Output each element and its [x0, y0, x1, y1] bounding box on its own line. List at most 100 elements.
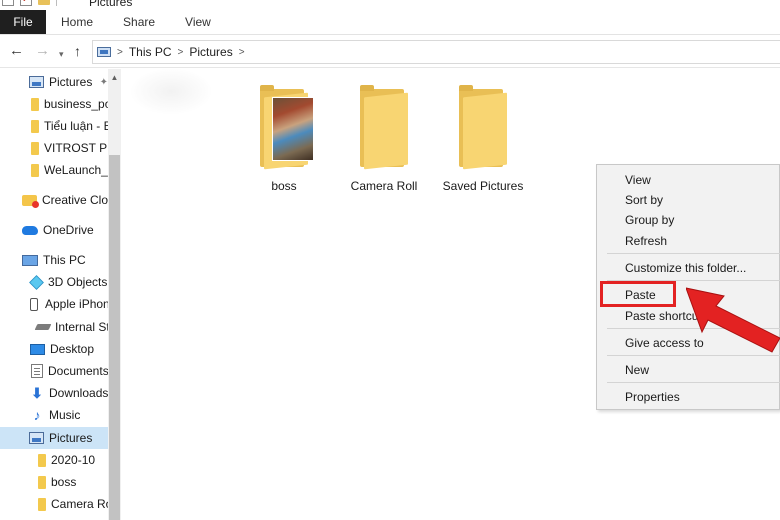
sidebar-item-label: Downloads — [49, 386, 108, 400]
sidebar-item-music[interactable]: ♪ Music — [0, 404, 108, 426]
breadcrumb-pictures[interactable]: Pictures — [189, 45, 232, 59]
folder-item-boss[interactable]: boss — [239, 85, 329, 193]
sidebar-item-boss[interactable]: boss — [0, 471, 108, 493]
sidebar-item-label: 3D Objects — [48, 275, 108, 289]
red-pointer-arrow-icon — [686, 287, 780, 353]
sidebar-item-label: Pictures — [49, 75, 92, 89]
sidebar-item-pictures-quick[interactable]: Pictures ✦ — [0, 71, 108, 93]
scroll-thumb[interactable] — [109, 155, 120, 520]
pictures-icon — [29, 432, 44, 444]
navigation-bar: ← → ▾ ↑ > This PC > Pictures > — [0, 36, 780, 68]
back-arrow-icon[interactable]: ← — [9, 42, 24, 60]
sidebar-item-vitrost[interactable]: VITROST PPT — [0, 137, 108, 159]
up-arrow-icon[interactable]: ↑ — [74, 42, 81, 60]
drive-icon — [34, 324, 52, 330]
documents-icon — [31, 364, 43, 378]
sidebar-item-label: Documents — [48, 364, 108, 378]
chevron-right-icon[interactable]: > — [239, 47, 245, 58]
desktop-icon — [30, 343, 45, 355]
blurred-region — [131, 69, 211, 114]
chevron-right-icon[interactable]: > — [178, 47, 184, 58]
sidebar-item-onedrive[interactable]: OneDrive — [0, 219, 108, 241]
forward-arrow-icon[interactable]: → — [35, 42, 50, 60]
menu-item-group-by[interactable]: Group by — [625, 213, 674, 227]
folder-icon — [31, 163, 39, 177]
phone-icon — [30, 297, 38, 311]
recent-locations-icon[interactable]: ▾ — [59, 45, 64, 63]
folder-icon — [31, 141, 39, 155]
menu-item-customize-folder[interactable]: Customize this folder... — [625, 261, 746, 275]
new-folder-icon[interactable] — [38, 0, 50, 5]
folder-icon — [31, 119, 39, 133]
sidebar-scrollbar[interactable]: ▲ — [108, 69, 121, 520]
sidebar-item-tieu-luan[interactable]: Tiểu luận - Bả — [0, 115, 108, 137]
menu-item-view[interactable]: View — [625, 173, 651, 187]
sidebar-item-label: This PC — [43, 253, 86, 267]
breadcrumb-this-pc[interactable]: This PC — [129, 45, 172, 59]
sidebar-item-desktop[interactable]: Desktop — [0, 338, 108, 360]
paste-highlight-box — [600, 281, 676, 307]
navigation-pane: Pictures ✦ business_pov Tiểu luận - Bả V… — [0, 69, 121, 520]
pictures-icon — [29, 76, 44, 88]
menu-item-sort-by[interactable]: Sort by — [625, 193, 663, 207]
menu-item-new[interactable]: New — [625, 363, 649, 377]
folder-icon — [38, 453, 46, 467]
ribbon-tabs: File Home Share View — [0, 10, 780, 35]
menu-item-refresh[interactable]: Refresh — [625, 234, 667, 248]
tab-share[interactable]: Share — [108, 10, 170, 34]
menu-separator — [607, 253, 780, 254]
address-bar[interactable]: > This PC > Pictures > — [92, 40, 780, 64]
music-icon: ♪ — [33, 407, 41, 423]
onedrive-icon — [22, 225, 38, 235]
properties-icon[interactable]: ✓ — [20, 0, 32, 6]
menu-item-properties[interactable]: Properties — [625, 390, 680, 404]
sidebar-item-downloads[interactable]: ⬇ Downloads — [0, 382, 108, 404]
cube-icon — [29, 274, 44, 290]
pin-icon: ✦ — [99, 76, 108, 88]
sidebar-item-pictures[interactable]: Pictures — [0, 427, 108, 449]
folder-name: Saved Pictures — [442, 179, 524, 193]
sidebar-item-label: WeLaunch_D — [44, 163, 108, 177]
sidebar-item-internal-storage[interactable]: Internal Sto — [0, 316, 108, 338]
sidebar-item-label: 2020-10 — [51, 453, 96, 467]
window-icon — [2, 0, 14, 6]
sidebar-item-documents[interactable]: Documents — [0, 360, 108, 382]
chevron-right-icon[interactable]: > — [117, 47, 123, 58]
folder-icon — [38, 497, 46, 511]
folder-name: boss — [271, 179, 297, 193]
sidebar-item-label: business_pov — [44, 97, 108, 111]
scroll-up-arrow-icon[interactable]: ▲ — [108, 69, 121, 86]
sidebar-item-this-pc[interactable]: This PC — [0, 249, 108, 271]
sidebar-item-label: boss — [51, 475, 77, 489]
tab-file[interactable]: File — [0, 10, 46, 34]
folder-item-saved-pictures[interactable]: Saved Pictures — [438, 85, 528, 193]
sidebar-item-welaunch[interactable]: WeLaunch_D — [0, 159, 108, 181]
sidebar-item-business[interactable]: business_pov — [0, 93, 108, 115]
window-title: Pictures — [89, 0, 133, 9]
menu-separator — [607, 382, 780, 383]
pictures-location-icon — [97, 47, 111, 57]
sidebar-item-label: VITROST PPT — [44, 141, 108, 155]
sidebar-item-label: Camera Rol — [51, 497, 108, 511]
sidebar-item-3d-objects[interactable]: 3D Objects — [0, 271, 108, 293]
sidebar-item-label: OneDrive — [43, 223, 94, 237]
sidebar-item-apple-iphone[interactable]: Apple iPhone — [0, 293, 108, 315]
quick-access-toolbar: ✓ — [2, 0, 57, 6]
sidebar-item-label: Tiểu luận - Bả — [44, 119, 108, 133]
sidebar-item-label: Internal Sto — [55, 320, 108, 334]
sidebar-item-label: Desktop — [50, 342, 95, 356]
sidebar-item-label: Music — [49, 408, 81, 422]
sidebar-item-camera-roll[interactable]: Camera Rol — [0, 493, 108, 515]
folder-icon — [459, 85, 507, 170]
menu-separator — [607, 355, 780, 356]
folder-name: Camera Roll — [350, 179, 418, 193]
tab-home[interactable]: Home — [46, 10, 108, 34]
folder-item-camera-roll[interactable]: Camera Roll — [339, 85, 429, 193]
tab-view[interactable]: View — [170, 10, 226, 34]
this-pc-icon — [22, 254, 38, 266]
folder-thumbnail-icon — [260, 85, 314, 170]
title-bar: ✓ Pictures — [0, 0, 780, 10]
sidebar-item-2020-10[interactable]: 2020-10 — [0, 449, 108, 471]
sidebar-item-creative-cloud[interactable]: Creative Cloud — [0, 189, 108, 211]
sidebar-item-label: Pictures — [49, 431, 93, 445]
